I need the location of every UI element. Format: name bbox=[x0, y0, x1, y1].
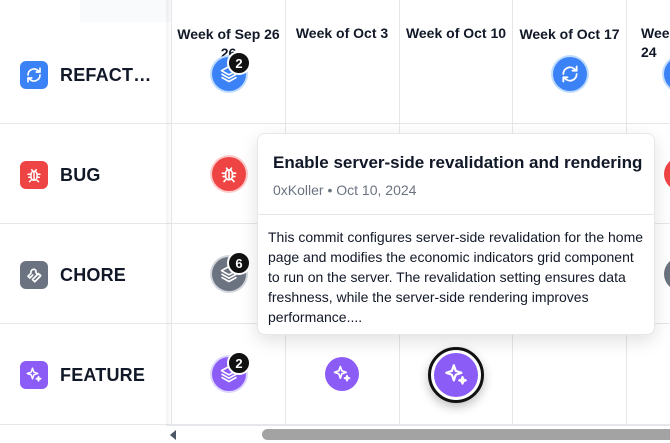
scroll-left-arrow-icon[interactable] bbox=[170, 430, 176, 440]
category-feature[interactable]: FEATURE bbox=[20, 361, 145, 389]
commit-count-badge: 6 bbox=[227, 251, 251, 275]
popover-divider bbox=[258, 214, 654, 215]
category-label: FEATURE bbox=[60, 364, 146, 385]
commit-feature-oct10 bbox=[434, 353, 478, 397]
category-label: REFACT… bbox=[60, 64, 152, 85]
wrench-icon bbox=[20, 261, 48, 289]
bug-icon bbox=[20, 161, 48, 189]
commit-count-badge: 2 bbox=[227, 351, 251, 375]
sparkles-icon bbox=[20, 361, 48, 389]
bug-icon bbox=[221, 167, 237, 183]
refresh-icon bbox=[562, 65, 578, 83]
commit-count-badge: 2 bbox=[227, 51, 251, 75]
commit-detail-popover: Enable server-side revalidation and rend… bbox=[257, 133, 655, 335]
commit-bug-oct24[interactable] bbox=[664, 157, 670, 191]
week-header-oct-3: Week of Oct 3 bbox=[295, 25, 389, 41]
horizontal-scrollbar[interactable] bbox=[166, 425, 670, 443]
commit-chore-oct24[interactable] bbox=[664, 257, 670, 291]
commit-bug-sep26[interactable] bbox=[212, 157, 246, 191]
sparkles-icon bbox=[445, 364, 467, 385]
commit-refactor-oct24[interactable] bbox=[664, 57, 670, 91]
week-header-oct-10: Week of Oct 10 bbox=[405, 25, 507, 41]
row-divider bbox=[0, 123, 670, 124]
sidebar-edge bbox=[166, 0, 172, 425]
commit-refactor-oct17[interactable] bbox=[553, 57, 587, 91]
category-chore[interactable]: CHORE bbox=[20, 261, 126, 289]
category-label: CHORE bbox=[60, 264, 127, 285]
commit-timeline: Week of Sep 26 26 Week of Oct 3 Week of … bbox=[0, 0, 670, 443]
week-header-oct-24: Week of Oct 24 bbox=[641, 25, 670, 60]
refresh-icon bbox=[20, 61, 48, 89]
sparkles-icon bbox=[333, 365, 351, 382]
commit-message: This commit configures server-side reval… bbox=[268, 229, 644, 325]
commit-meta: 0xKoller • Oct 10, 2024 bbox=[273, 182, 417, 198]
commit-title: Enable server-side revalidation and rend… bbox=[273, 153, 643, 172]
selected-commit-feature-oct10[interactable] bbox=[428, 347, 484, 403]
category-refactor[interactable]: REFACT… bbox=[20, 61, 151, 89]
category-bug[interactable]: BUG bbox=[20, 161, 101, 189]
commit-feature-oct3[interactable] bbox=[325, 357, 359, 391]
header-corner bbox=[80, 0, 172, 22]
scrollbar-thumb[interactable] bbox=[262, 429, 670, 440]
category-label: BUG bbox=[60, 164, 101, 185]
